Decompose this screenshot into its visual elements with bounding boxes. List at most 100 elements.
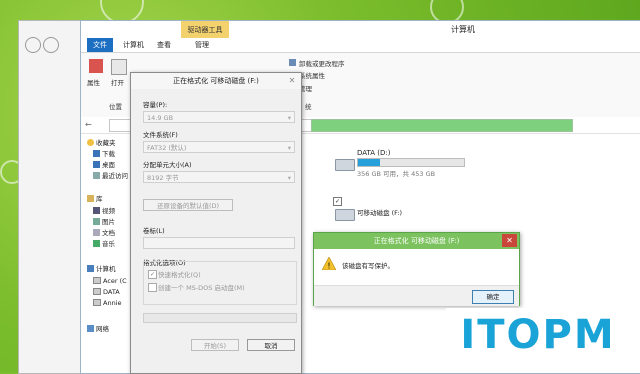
nav-label: 库 xyxy=(96,195,103,203)
computer-icon xyxy=(87,265,94,272)
uninstall-button[interactable]: 卸载或更改程序 xyxy=(299,58,345,68)
document-icon xyxy=(93,229,100,236)
nav-desktop[interactable]: 桌面 xyxy=(93,160,115,171)
nav-label: 最近访问 xyxy=(102,172,128,180)
msdos-label: 创建一个 MS-DOS 启动盘(M) xyxy=(158,284,245,292)
capacity-label: 容量(P): xyxy=(143,101,168,109)
quick-format-label: 快速格式化(Q) xyxy=(158,271,201,279)
nav-computer[interactable]: 计算机 xyxy=(87,264,116,275)
quick-format-checkbox[interactable]: ✓ xyxy=(148,270,157,279)
tab-computer[interactable]: 计算机 xyxy=(117,38,150,52)
nav-label: 网络 xyxy=(96,325,109,333)
drive-icon xyxy=(93,277,101,284)
uninstall-icon xyxy=(289,59,296,66)
removable-drive-icon xyxy=(335,209,355,221)
volume-label-label: 卷标(L) xyxy=(143,227,165,235)
allocation-label: 分配单元大小(A) xyxy=(143,161,192,169)
write-protect-alert: 正在格式化 可移动磁盘 (F:) ✕ ! 该磁盘有写保护。 确定 xyxy=(313,232,520,306)
star-icon xyxy=(87,139,94,146)
properties-button[interactable]: 属性 xyxy=(87,77,100,87)
restore-defaults-button[interactable]: 还原设备的默认值(D) xyxy=(143,199,233,211)
capacity-select[interactable]: 14.9 GB ▾ xyxy=(143,111,295,123)
title-bar xyxy=(81,21,640,37)
nav-drive-data[interactable]: DATA xyxy=(93,287,120,298)
nav-label: 视频 xyxy=(102,207,115,215)
address-progress xyxy=(311,119,573,132)
filesystem-value: FAT32 (默认) xyxy=(147,144,187,152)
cancel-button[interactable]: 取消 xyxy=(247,339,295,351)
data-drive-space: 356 GB 可用，共 453 GB xyxy=(357,170,436,178)
close-icon[interactable]: ✕ xyxy=(502,234,517,247)
format-dialog: 正在格式化 可移动磁盘 (F:) ✕ 容量(P): 14.9 GB ▾ 文件系统(… xyxy=(130,72,302,374)
chevron-down-icon: ▾ xyxy=(287,174,291,182)
allocation-value: 8192 字节 xyxy=(147,174,179,182)
nav-recent[interactable]: 最近访问 xyxy=(93,171,128,182)
filesystem-select[interactable]: FAT32 (默认) ▾ xyxy=(143,141,295,153)
nav-label: 收藏夹 xyxy=(96,139,116,147)
chevron-down-icon: ▾ xyxy=(287,114,291,122)
checkbox-icon[interactable]: ✓ xyxy=(333,197,342,206)
video-icon xyxy=(93,207,100,214)
data-drive-usage-bar xyxy=(357,158,465,167)
back-arrow-icon[interactable]: ← xyxy=(85,120,92,129)
system-group-label: 统 xyxy=(305,103,312,111)
nav-label: 文档 xyxy=(102,229,115,237)
msdos-checkbox[interactable] xyxy=(148,283,157,292)
drive-icon xyxy=(93,288,101,295)
alert-message: 该磁盘有写保护。 xyxy=(342,262,394,270)
open-button[interactable]: 打开 xyxy=(111,77,124,87)
nav-favorites[interactable]: 收藏夹 xyxy=(87,138,116,149)
nav-label: 计算机 xyxy=(96,265,116,273)
back-arrow-icon[interactable] xyxy=(25,37,41,53)
chevron-down-icon: ▾ xyxy=(287,144,291,152)
tab-file[interactable]: 文件 xyxy=(87,38,113,52)
data-drive-icon xyxy=(335,159,355,171)
allocation-select[interactable]: 8192 字节 ▾ xyxy=(143,171,295,183)
data-drive-name[interactable]: DATA (D:) xyxy=(357,149,390,157)
removable-drive-name[interactable]: 可移动磁盘 (F:) xyxy=(357,207,402,217)
brand-logo-text: ITOPM xyxy=(460,312,616,358)
start-button[interactable]: 开始(S) xyxy=(191,339,239,351)
system-properties-button[interactable]: 系统属性 xyxy=(299,70,325,80)
capacity-value: 14.9 GB xyxy=(147,114,174,122)
warning-icon: ! xyxy=(322,257,336,270)
window-title: 计算机 xyxy=(451,25,475,34)
brand-logo: ITOPM xyxy=(446,308,630,362)
nav-label: Acer (C xyxy=(103,277,127,285)
alert-title: 正在格式化 可移动磁盘 (F:) xyxy=(314,233,519,249)
nav-libraries[interactable]: 库 xyxy=(87,194,103,205)
format-dialog-title: 正在格式化 可移动磁盘 (F:) xyxy=(131,73,301,89)
music-icon xyxy=(93,240,100,247)
navigation-pane: 收藏夹 下载 桌面 最近访问 库 视频 图片 文档 音乐 计算机 Acer (C… xyxy=(81,134,134,373)
download-icon xyxy=(93,150,100,157)
tab-view[interactable]: 查看 xyxy=(151,38,177,52)
nav-downloads[interactable]: 下载 xyxy=(93,149,115,160)
nav-documents[interactable]: 文档 xyxy=(93,228,115,239)
library-icon xyxy=(87,195,94,202)
alert-footer: 确定 xyxy=(314,285,519,306)
recent-icon xyxy=(93,172,100,179)
alert-body: ! 该磁盘有写保护。 xyxy=(314,249,519,285)
nav-videos[interactable]: 视频 xyxy=(93,206,115,217)
ok-button[interactable]: 确定 xyxy=(472,290,514,304)
forward-arrow-icon[interactable] xyxy=(43,37,59,53)
network-icon xyxy=(87,325,94,332)
picture-icon xyxy=(93,218,100,225)
volume-label-input[interactable] xyxy=(143,237,295,249)
nav-pictures[interactable]: 图片 xyxy=(93,217,115,228)
drive-icon xyxy=(93,299,101,306)
nav-network[interactable]: 网络 xyxy=(87,324,109,335)
open-icon xyxy=(111,59,127,75)
nav-drive-acer[interactable]: Acer (C xyxy=(93,276,127,287)
nav-label: 音乐 xyxy=(102,240,115,248)
data-drive-usage-fill xyxy=(358,159,381,166)
nav-music[interactable]: 音乐 xyxy=(93,239,115,250)
nav-label: 桌面 xyxy=(102,161,115,169)
desktop-icon xyxy=(93,161,100,168)
nav-drive-annie[interactable]: Annie xyxy=(93,298,122,309)
close-icon[interactable]: ✕ xyxy=(287,76,297,86)
svg-text:!: ! xyxy=(327,262,330,271)
drive-tools-tab[interactable]: 驱动器工具 xyxy=(181,21,229,39)
tab-manage[interactable]: 管理 xyxy=(189,38,215,52)
format-progress-bar xyxy=(143,313,297,323)
